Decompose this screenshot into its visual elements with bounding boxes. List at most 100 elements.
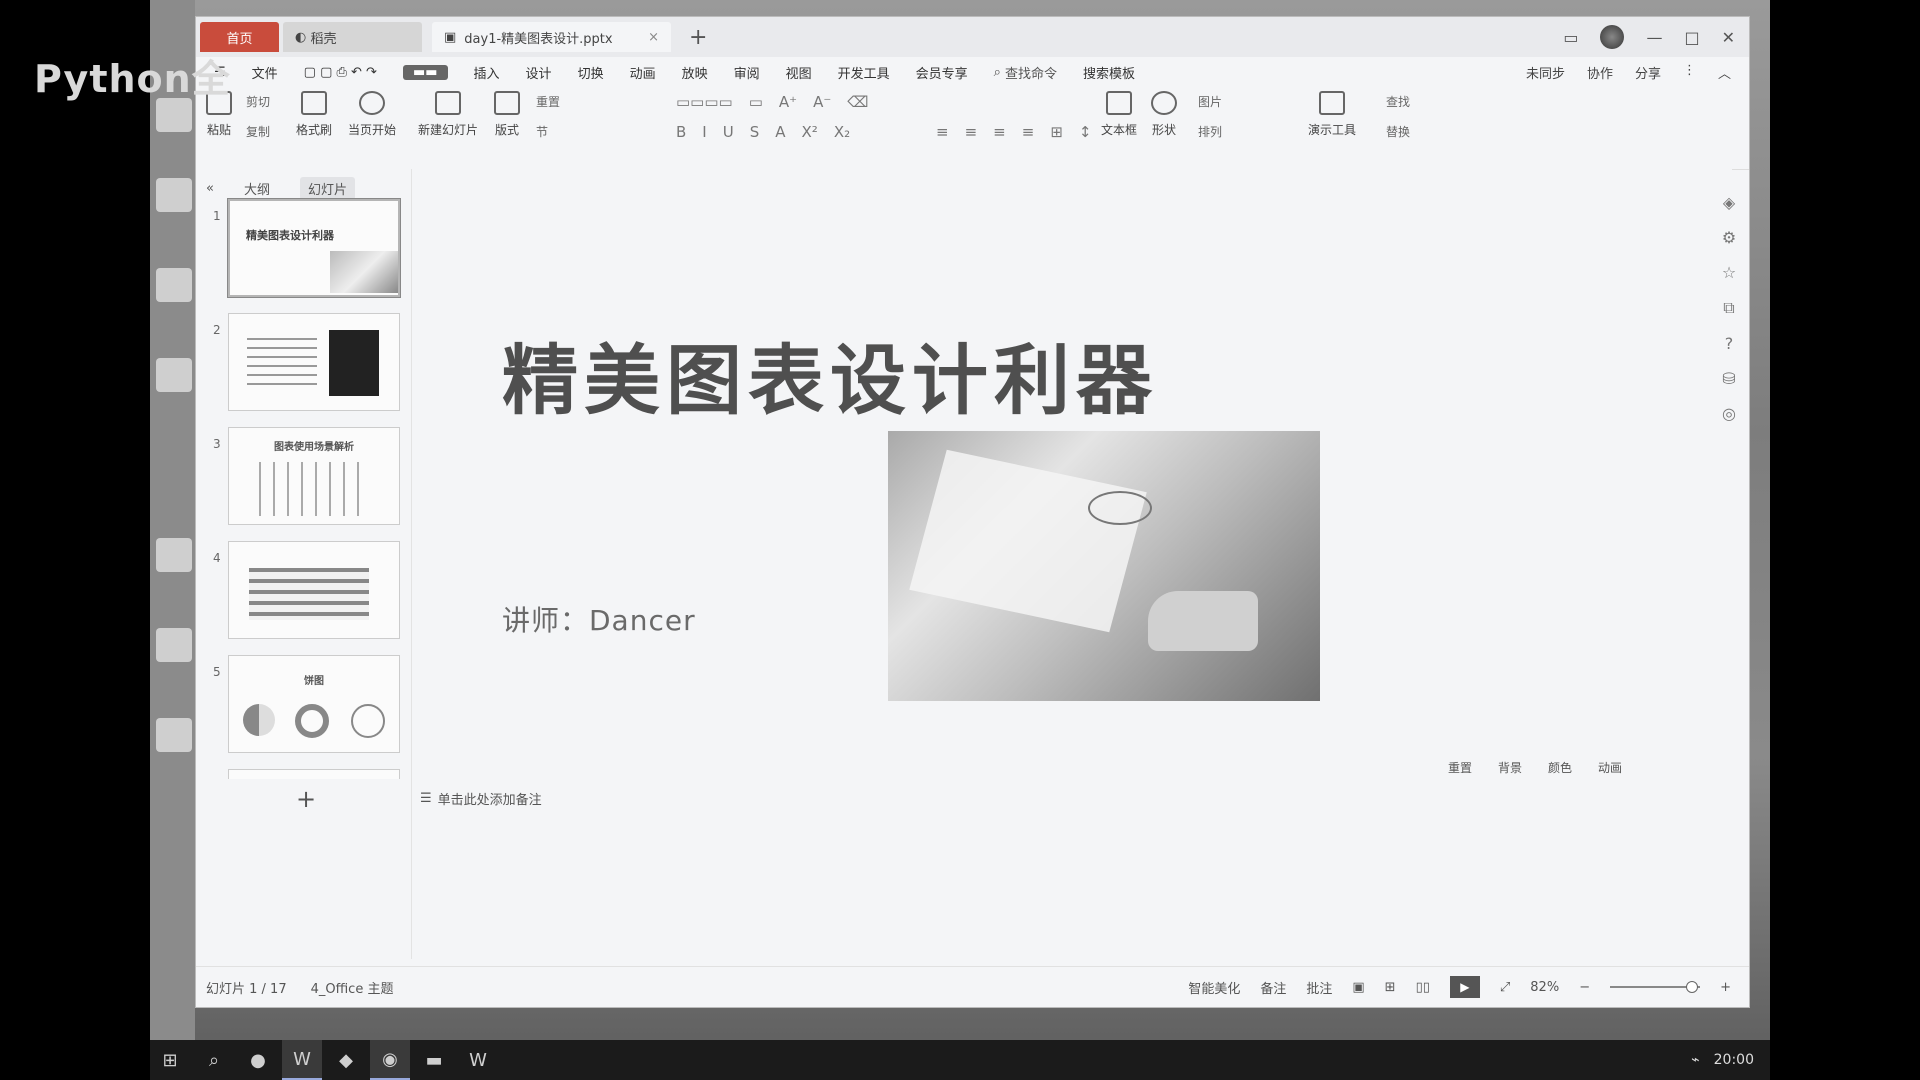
desktop-icon[interactable] [156,718,192,752]
close-tab-icon[interactable]: × [648,30,659,45]
help-icon[interactable]: ? [1725,334,1734,353]
folder-icon[interactable]: ▬ [414,1040,454,1080]
tab-slides[interactable]: 幻灯片 [299,177,355,200]
justify-icon[interactable]: ≡ [1022,123,1035,141]
font-color-icon[interactable]: A [775,123,785,141]
app-icon[interactable]: ◆ [326,1040,366,1080]
new-tab-button[interactable]: + [689,25,707,50]
float-animation-button[interactable]: 动画 [1598,759,1622,776]
menu-view[interactable]: 视图 [786,63,812,82]
normal-view-icon[interactable]: ▣ [1352,980,1364,995]
menu-slideshow[interactable]: 放映 [682,63,708,82]
backup-icon[interactable]: ⛁ [1722,369,1735,388]
format-painter-button[interactable]: 格式刷 [296,91,332,138]
menu-file[interactable]: 文件 [252,63,278,82]
menu-member[interactable]: 会员专享 [916,63,968,82]
copy-button[interactable]: 复制 [246,123,270,140]
desktop-icon[interactable] [156,538,192,572]
float-color-button[interactable]: 颜色 [1548,759,1572,776]
picture-button[interactable]: 图片 [1198,93,1222,110]
comments-toggle-button[interactable]: 批注 [1306,978,1332,997]
template-search[interactable]: 搜索模板 [1083,63,1135,82]
layout-icon[interactable]: ▭ [1563,28,1578,47]
slide-canvas[interactable]: 精美图表设计利器 讲师：Dancer 重置 背景 颜色 动画 ☰ 单击此处添加备… [412,169,1732,959]
slide-thumbnail[interactable]: 饼图 [228,655,400,753]
collaborate-button[interactable]: 协作 [1587,63,1613,82]
align-center-icon[interactable]: ≡ [965,123,978,141]
app-icon[interactable]: ● [238,1040,278,1080]
reset-button[interactable]: 重置 [536,93,560,110]
tab-docer[interactable]: ◐ 稻壳 [283,22,422,52]
desktop-icon[interactable] [156,98,192,132]
menu-design[interactable]: 设计 [526,63,552,82]
menu-start-active[interactable]: ▬▬ [402,64,448,80]
location-icon[interactable]: ◎ [1722,404,1736,423]
new-slide-button[interactable]: 新建幻灯片 [418,91,478,138]
layout-button[interactable]: 版式 [494,91,520,138]
sync-status[interactable]: 未同步 [1526,63,1565,82]
network-icon[interactable]: ⌁ [1691,1052,1699,1068]
from-current-button[interactable]: 当页开始 [348,91,396,138]
search-icon[interactable]: ⌕ [194,1040,234,1080]
reading-view-icon[interactable]: ▯▯ [1416,980,1430,995]
section-button[interactable]: 节 [536,123,548,140]
align-left-icon[interactable]: ≡ [936,123,949,141]
share-button[interactable]: 分享 [1635,63,1661,82]
bold-icon[interactable]: B [676,123,686,141]
wps-taskbar-icon[interactable]: W [282,1040,322,1080]
slide-thumbnail[interactable] [228,769,400,779]
maximize-icon[interactable]: □ [1684,28,1699,47]
desktop-icon[interactable] [156,358,192,392]
shape-button[interactable]: 形状 [1151,91,1177,138]
present-tools-button[interactable]: 演示工具 [1308,91,1356,138]
zoom-level[interactable]: 82% [1530,980,1559,995]
more-icon[interactable]: ⋮ [1683,63,1696,82]
zoom-out-icon[interactable]: − [1579,980,1590,995]
italic-icon[interactable]: I [702,123,706,141]
collapse-ribbon-icon[interactable]: ︿ [1718,63,1731,82]
command-search[interactable]: ⌕ 查找命令 [994,63,1057,82]
slide-sorter-icon[interactable]: ⊞ [1385,980,1396,995]
transition-icon[interactable]: ⧉ [1723,298,1734,318]
desktop-icon[interactable] [156,178,192,212]
add-slide-button[interactable]: + [296,785,316,813]
wps-taskbar-icon[interactable]: W [458,1040,498,1080]
desktop-icon[interactable] [156,628,192,662]
design-icon[interactable]: ◈ [1723,193,1735,212]
replace-button[interactable]: 替换 [1386,123,1410,140]
fit-icon[interactable]: ⤢ [1500,980,1510,995]
slide-thumbnail[interactable] [228,541,400,639]
grow-font-icon[interactable]: A⁺ [779,93,797,111]
notes-toggle-button[interactable]: 备注 [1260,978,1286,997]
subscript-icon[interactable]: X₂ [834,123,850,141]
zoom-in-icon[interactable]: + [1720,980,1731,995]
smart-beautify-button[interactable]: 智能美化 [1188,978,1240,997]
avatar[interactable] [1600,25,1625,49]
strikethrough-icon[interactable]: S [750,123,760,141]
animation-icon[interactable]: ☆ [1722,263,1736,282]
slide-thumbnail[interactable]: 精美图表设计利器 [227,198,401,298]
distribute-icon[interactable]: ⊞ [1050,123,1063,141]
textbox-button[interactable]: 文本框 [1101,91,1137,138]
tab-document[interactable]: ▣ day1-精美图表设计.pptx × [432,22,671,52]
align-right-icon[interactable]: ≡ [993,123,1006,141]
underline-icon[interactable]: U [723,123,734,141]
cut-button[interactable]: 剪切 [246,93,270,110]
superscript-icon[interactable]: X² [802,123,818,141]
slide-thumbnail[interactable] [228,313,400,411]
slide-thumbnail[interactable]: 图表使用场景解析 [228,427,400,525]
desktop-icon[interactable] [156,268,192,302]
slide-title[interactable]: 精美图表设计利器 [502,319,1158,429]
menu-insert[interactable]: 插入 [474,63,500,82]
shrink-font-icon[interactable]: A⁻ [813,93,831,111]
font-size-dropdown[interactable]: ▭ [749,93,763,111]
menu-animation[interactable]: 动画 [630,63,656,82]
clear-format-icon[interactable]: ⌫ [847,93,868,111]
collapse-panel-icon[interactable]: « [206,181,214,196]
slide-image[interactable] [888,431,1320,701]
slide-subtitle[interactable]: 讲师：Dancer [502,599,696,639]
notes-area[interactable]: ☰ 单击此处添加备注 [420,789,542,808]
start-menu-icon[interactable]: ⊞ [150,1040,190,1080]
app-icon[interactable]: ◉ [370,1040,410,1080]
tab-outline[interactable]: 大纲 [244,179,270,198]
